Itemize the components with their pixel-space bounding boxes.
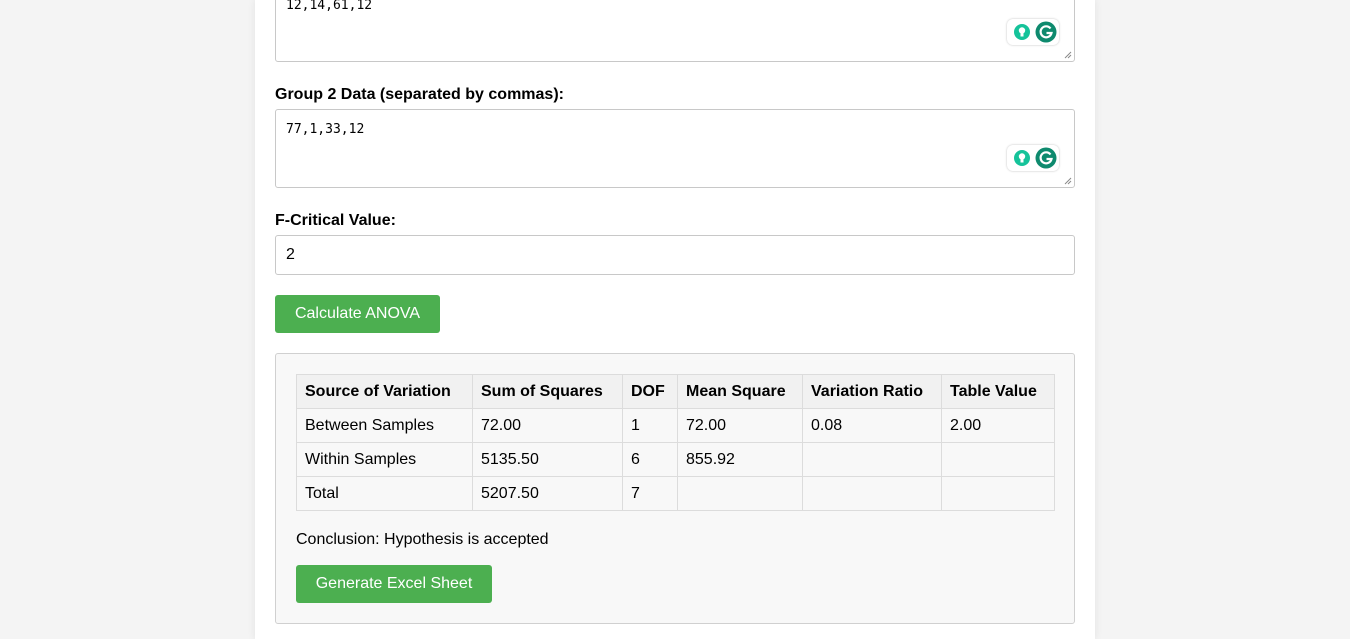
resize-grip-icon[interactable]: [1064, 177, 1072, 185]
header-variation-ratio: Variation Ratio: [802, 374, 942, 409]
table-cell: [677, 476, 803, 511]
f-critical-label: F-Critical Value:: [275, 212, 396, 229]
table-cell: 7: [622, 476, 678, 511]
results-panel: Source of Variation Sum of Squares DOF M…: [275, 353, 1075, 624]
table-cell: 0.08: [802, 408, 942, 443]
calculate-anova-button[interactable]: Calculate ANOVA: [275, 295, 440, 333]
table-row: Total 5207.50 7: [296, 476, 1055, 511]
table-cell: 6: [622, 442, 678, 477]
table-cell: 72.00: [472, 408, 623, 443]
table-cell: Total: [296, 476, 473, 511]
group1-textarea[interactable]: 12,14,61,12: [275, 0, 1075, 62]
table-cell: [941, 442, 1055, 477]
grammarly-icon[interactable]: [1035, 147, 1057, 169]
grammarly-widget[interactable]: [1007, 19, 1059, 45]
conclusion-text: Conclusion: Hypothesis is accepted: [296, 531, 549, 548]
header-source: Source of Variation: [296, 374, 473, 409]
group2-textarea[interactable]: 77,1,33,12: [275, 109, 1075, 188]
table-row: Within Samples 5135.50 6 855.92: [296, 442, 1055, 477]
grammarly-widget[interactable]: [1007, 145, 1059, 171]
lightbulb-icon[interactable]: [1013, 149, 1031, 167]
table-cell: Between Samples: [296, 408, 473, 443]
anova-table: Source of Variation Sum of Squares DOF M…: [296, 374, 1055, 511]
table-cell: Within Samples: [296, 442, 473, 477]
header-table-value: Table Value: [941, 374, 1055, 409]
table-cell: 1: [622, 408, 678, 443]
f-critical-input[interactable]: 2: [275, 235, 1075, 275]
table-cell: 72.00: [677, 408, 803, 443]
group2-label: Group 2 Data (separated by commas):: [275, 86, 564, 103]
grammarly-icon[interactable]: [1035, 21, 1057, 43]
table-cell: 5135.50: [472, 442, 623, 477]
generate-excel-button[interactable]: Generate Excel Sheet: [296, 565, 492, 603]
group1-value: 12,14,61,12: [286, 0, 373, 13]
table-cell: [941, 476, 1055, 511]
table-cell: 5207.50: [472, 476, 623, 511]
lightbulb-icon[interactable]: [1013, 23, 1031, 41]
header-dof: DOF: [622, 374, 678, 409]
table-row: Between Samples 72.00 1 72.00 0.08 2.00: [296, 408, 1055, 443]
table-cell: 855.92: [677, 442, 803, 477]
table-cell: [802, 442, 942, 477]
resize-grip-icon[interactable]: [1064, 51, 1072, 59]
table-cell: 2.00: [941, 408, 1055, 443]
table-cell: [802, 476, 942, 511]
header-sum-of-squares: Sum of Squares: [472, 374, 623, 409]
table-header-row: Source of Variation Sum of Squares DOF M…: [296, 374, 1055, 409]
header-mean-square: Mean Square: [677, 374, 803, 409]
group2-value: 77,1,33,12: [286, 122, 365, 137]
